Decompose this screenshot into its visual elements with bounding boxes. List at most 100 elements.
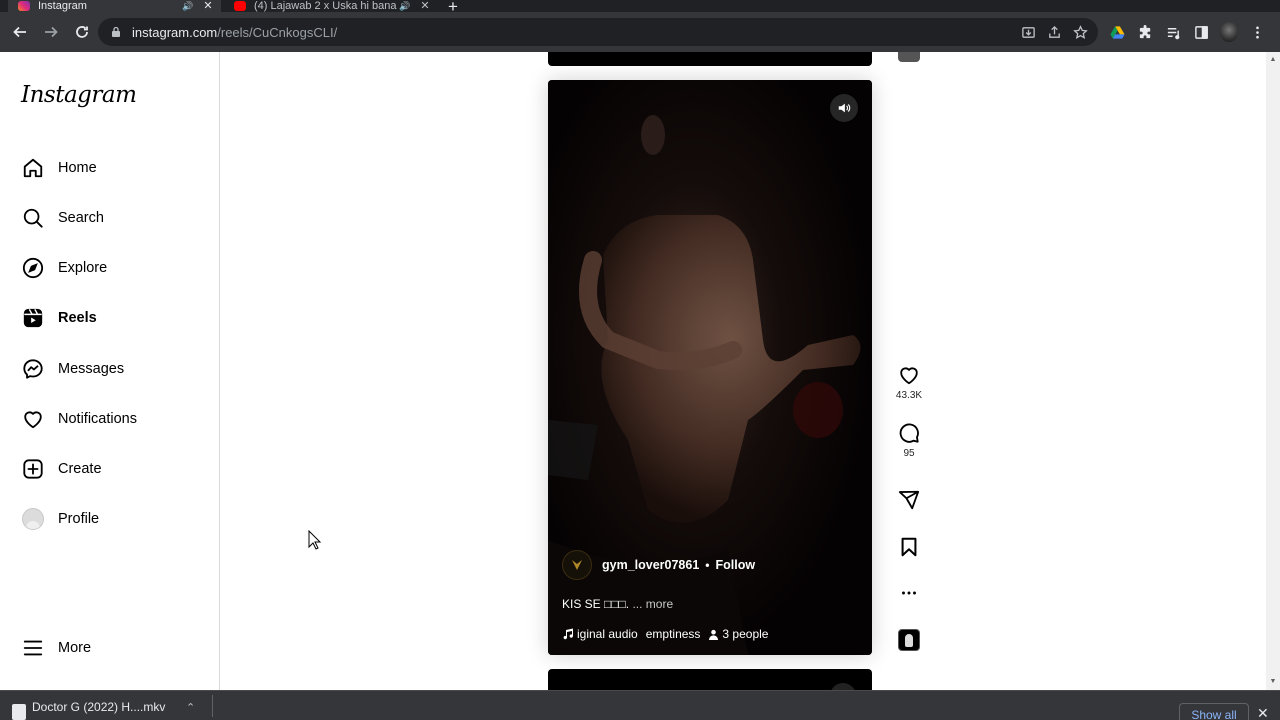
scroll-up-arrow-icon[interactable]: ▲ [1269,56,1277,64]
scroll-down-arrow-icon[interactable]: ▼ [1269,678,1277,686]
bookmark-star-icon[interactable] [1072,24,1088,40]
forward-button[interactable] [37,18,65,46]
tab-title: (4) Lajawab 2 x Uska hi bana [254,0,397,12]
sidebar-item-label: Explore [58,260,108,276]
search-icon [21,206,45,230]
more-options-button[interactable] [888,582,930,604]
reel-caption: KIS SE □□□. ... more [562,597,858,611]
comment-button[interactable]: 95 [888,422,930,459]
file-icon [12,704,26,720]
follow-button[interactable]: Follow [716,558,756,572]
sidebar-item-explore[interactable]: Explore [10,245,210,291]
media-queue-icon[interactable] [1164,23,1182,41]
install-app-icon[interactable] [1020,24,1036,40]
sidebar-item-notifications[interactable]: Notifications [10,396,210,442]
extensions-puzzle-icon[interactable] [1136,23,1154,41]
author-row: gym_lover07861 • Follow [562,549,858,581]
like-count: 43.3K [895,390,923,401]
sidebar-item-reels[interactable]: Reels [10,295,210,341]
reels-icon [21,306,45,330]
browser-toolbar: instagram.com/reels/CuCnkogsCLI/ [0,12,1280,52]
like-button[interactable]: 43.3K [888,364,930,401]
audio-row[interactable]: iginal audio emptiness 3 people [562,627,858,641]
tab-youtube[interactable]: (4) Lajawab 2 x Uska hi bana 🔊 ✕ [224,0,438,12]
address-bar[interactable]: instagram.com/reels/CuCnkogsCLI/ [98,18,1098,46]
sidebar-item-label: Home [58,160,97,176]
back-button[interactable] [6,18,34,46]
sidebar-item-more[interactable]: More [10,625,210,671]
sidebar-item-label: Profile [58,511,100,527]
comment-icon [899,423,919,443]
audio-thumbnail[interactable] [898,629,920,651]
divider [212,695,213,717]
arrow-right-icon [45,26,58,38]
tab-close-icon[interactable]: ✕ [418,0,432,12]
comment-count: 95 [903,448,915,459]
chevron-up-icon[interactable]: ⌃ [186,701,195,714]
hamburger-menu-icon [21,636,45,660]
url-text: instagram.com/reels/CuCnkogsCLI/ [132,25,337,40]
heart-icon [21,407,45,431]
sidebar-item-messages[interactable]: Messages [10,346,210,392]
caption-text: KIS SE □□□. [562,597,630,611]
person-icon [709,629,719,640]
sidebar-item-label: Notifications [58,411,137,427]
author-username[interactable]: gym_lover07861 [602,558,699,572]
download-filename[interactable]: Doctor G (2022) H....mkv [32,700,165,714]
sidebar-item-home[interactable]: Home [10,145,210,191]
instagram-favicon-icon [18,1,30,11]
music-note-icon [563,628,574,640]
reel-video[interactable]: gym_lover07861 • Follow KIS SE □□□. ... … [548,80,872,655]
share-icon[interactable] [1046,24,1062,40]
tab-close-icon[interactable]: ✕ [201,0,215,12]
reload-icon [76,26,88,38]
tab-audio-icon[interactable]: 🔊 [398,0,412,12]
home-icon [21,156,45,180]
share-button[interactable] [888,489,930,511]
messenger-icon [21,357,45,381]
tab-audio-icon[interactable]: 🔊 [181,0,195,12]
page-scrollbar[interactable]: ▲ ▼ [1266,52,1280,690]
bookmark-icon [901,537,917,557]
instagram-page: Instagram Home Search Explore Reels Mess… [0,52,1266,690]
separator-dot: • [705,558,710,572]
lock-icon [112,26,120,37]
instagram-logo[interactable]: Instagram [21,82,137,108]
audio-artist[interactable]: emptiness [646,627,701,641]
youtube-favicon-icon [234,1,246,11]
sidebar-item-profile[interactable]: Profile [10,496,210,542]
google-drive-icon[interactable] [1108,23,1126,41]
tagged-people[interactable]: 3 people [722,627,768,641]
previous-reel-audio-thumbnail[interactable] [898,52,920,62]
tab-instagram[interactable]: Instagram 🔊 ✕ [8,0,221,12]
mouse-cursor-icon [308,530,322,550]
audio-toggle-button[interactable] [830,94,858,122]
avatar [21,507,45,531]
show-all-button[interactable]: Show all [1179,703,1249,720]
next-reel[interactable] [548,669,872,690]
save-button[interactable] [888,536,930,558]
chrome-profile-avatar[interactable] [1220,22,1238,42]
tab-title: Instagram [38,0,87,12]
caption-more-link[interactable]: ... more [632,597,673,611]
sidebar-item-label: Reels [58,310,97,326]
previous-reel[interactable] [548,52,872,66]
chrome-menu-icon[interactable] [1248,23,1266,41]
author-avatar[interactable] [562,550,592,580]
new-tab-button[interactable]: + [448,0,458,12]
sidebar-item-label: Messages [58,361,125,377]
url-host: instagram.com [132,24,218,40]
paper-plane-icon [898,490,920,510]
audio-title[interactable]: iginal audio [577,627,638,641]
sidebar-item-search[interactable]: Search [10,195,210,241]
close-icon[interactable]: ✕ [1257,705,1269,720]
arrow-left-icon [13,26,26,38]
reel-info: gym_lover07861 • Follow KIS SE □□□. ... … [562,549,858,641]
sidebar-item-create[interactable]: Create [10,446,210,492]
side-panel-icon[interactable] [1192,23,1210,41]
reload-button[interactable] [68,18,96,46]
ellipsis-icon [902,591,916,595]
speaker-icon [838,103,851,113]
compass-icon [21,256,45,280]
heart-icon [900,367,918,385]
